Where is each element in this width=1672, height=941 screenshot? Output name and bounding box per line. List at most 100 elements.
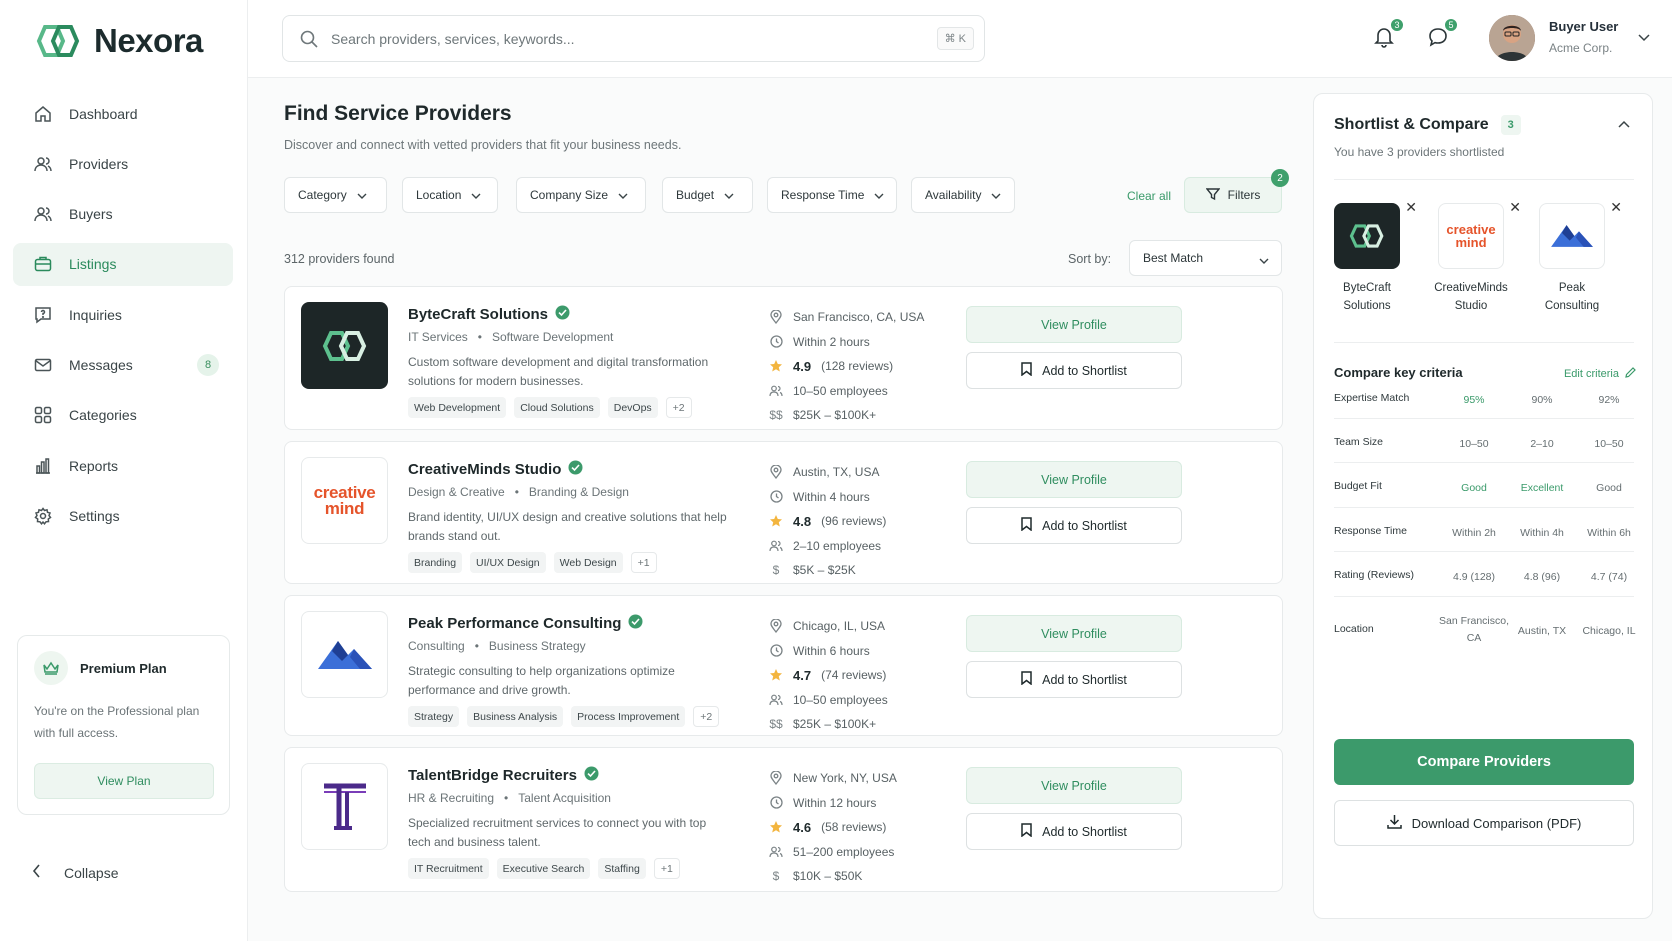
add-to-shortlist-button[interactable]: Add to Shortlist (966, 352, 1182, 389)
sidebar-item-settings[interactable]: Settings (13, 494, 233, 537)
provider-card[interactable]: Peak Performance Consulting Consulting • B… (284, 595, 1283, 736)
shortlist-item-name: ByteCraft Solutions (1317, 279, 1417, 315)
more-tags[interactable]: +1 (653, 858, 680, 879)
compare-providers-button[interactable]: Compare Providers (1334, 739, 1634, 785)
criteria-value: 10–50 (1459, 438, 1489, 450)
filter-availability[interactable]: Availability (911, 177, 1015, 213)
page-title: Find Service Providers (284, 102, 512, 125)
filter-company-size[interactable]: Company Size (516, 177, 646, 213)
tag: Branding (408, 552, 463, 573)
provider-name-text: Peak Performance Consulting (408, 615, 622, 632)
sidebar-item-label: Settings (69, 507, 120, 524)
price-tier: $ (772, 563, 780, 578)
shortlist-item[interactable]: creative mind CreativeMinds Studio ✕ (1421, 199, 1521, 315)
view-profile-button[interactable]: View Profile (966, 615, 1182, 652)
plan-header: Premium Plan (34, 651, 167, 685)
users-icon (33, 204, 53, 224)
provider-logo (301, 302, 388, 389)
criteria-value: Within 6h (1587, 527, 1631, 539)
provider-name-text: CreativeMinds Studio (408, 461, 562, 478)
tag: Cloud Solutions (514, 397, 600, 418)
users-icon (769, 694, 783, 706)
sidebar-item-dashboard[interactable]: Dashboard (13, 92, 233, 135)
provider-employees: 2–10 employees (793, 538, 882, 553)
close-icon[interactable]: ✕ (1405, 199, 1417, 216)
bytecraft-logo-icon (1334, 203, 1400, 269)
provider-name[interactable]: CreativeMinds Studio (408, 460, 583, 479)
verified-icon (628, 614, 643, 633)
edit-criteria-link[interactable]: Edit criteria (1564, 367, 1636, 381)
provider-card[interactable]: TalentBridge Recruiters HR & Recruiting •… (284, 747, 1283, 892)
sidebar-item-inquiries[interactable]: Inquiries (13, 293, 233, 336)
close-icon[interactable]: ✕ (1509, 199, 1521, 216)
home-icon (33, 104, 53, 124)
provider-name[interactable]: TalentBridge Recruiters (408, 766, 599, 785)
view-profile-button[interactable]: View Profile (966, 767, 1182, 804)
panel-title: Shortlist & Compare 3 (1334, 115, 1521, 135)
more-tags[interactable]: +2 (665, 397, 692, 418)
gear-icon (33, 506, 53, 526)
filter-response-time[interactable]: Response Time (767, 177, 897, 213)
add-to-shortlist-button[interactable]: Add to Shortlist (966, 661, 1182, 698)
add-to-shortlist-button[interactable]: Add to Shortlist (966, 813, 1182, 850)
filter-budget[interactable]: Budget (662, 177, 753, 213)
clear-all-link[interactable]: Clear all (1127, 189, 1171, 203)
add-to-shortlist-button[interactable]: Add to Shortlist (966, 507, 1182, 544)
more-tags[interactable]: +2 (693, 706, 720, 727)
view-plan-button[interactable]: View Plan (34, 763, 214, 799)
download-comparison-button[interactable]: Download Comparison (PDF) (1334, 800, 1634, 846)
sidebar-item-messages[interactable]: Messages 8 (13, 343, 233, 386)
page-subtitle: Discover and connect with vetted provide… (284, 138, 682, 152)
search-placeholder: Search providers, services, keywords... (331, 30, 575, 47)
tag: Executive Search (496, 858, 591, 879)
chevron-down-icon (874, 188, 884, 202)
user-name[interactable]: Buyer User (1549, 19, 1618, 34)
sidebar-item-listings[interactable]: Listings (13, 242, 233, 286)
chevron-up-icon[interactable] (1618, 116, 1630, 131)
view-profile-button[interactable]: View Profile (966, 306, 1182, 343)
brand-logo[interactable]: Nexora (32, 22, 203, 60)
view-profile-button[interactable]: View Profile (966, 461, 1182, 498)
verified-icon (555, 305, 570, 324)
more-tags[interactable]: +1 (630, 552, 657, 573)
shortlist-label: Add to Shortlist (1042, 672, 1127, 687)
provider-card[interactable]: creative mind CreativeMinds Studio Desig… (284, 441, 1283, 584)
filter-category[interactable]: Category (284, 177, 387, 213)
notifications-badge: 3 (1389, 17, 1405, 33)
provider-description: Strategic consulting to help organizatio… (408, 664, 675, 697)
provider-meta: New York, NY, USA Within 12 hours 4.6 (58… (769, 766, 897, 889)
provider-name[interactable]: Peak Performance Consulting (408, 614, 643, 633)
divider (1334, 551, 1634, 552)
grid-icon (33, 405, 53, 425)
sidebar-item-reports[interactable]: Reports (13, 444, 233, 487)
close-icon[interactable]: ✕ (1610, 199, 1622, 216)
tag: IT Recruitment (408, 858, 489, 879)
sidebar-item-buyers[interactable]: Buyers (13, 193, 233, 236)
bar-chart-icon (33, 456, 53, 476)
sidebar-item-providers[interactable]: Providers (13, 142, 233, 185)
sort-select[interactable]: Best Match (1129, 240, 1282, 276)
edit-criteria-label: Edit criteria (1563, 368, 1619, 380)
notifications-button[interactable]: 3 (1370, 17, 1405, 52)
provider-card[interactable]: ByteCraft Solutions IT Services • Software… (284, 286, 1283, 430)
shortlist-item[interactable]: ByteCraft Solutions ✕ (1317, 199, 1417, 315)
criteria-label: Team Size (1334, 436, 1384, 448)
chevron-down-icon[interactable] (1638, 30, 1650, 45)
provider-employees: 10–50 employees (793, 383, 888, 398)
messages-button[interactable]: 5 (1424, 17, 1459, 52)
collapse-sidebar-button[interactable]: Collapse (32, 864, 118, 881)
sidebar-item-categories[interactable]: Categories (13, 394, 233, 437)
provider-employees: 10–50 employees (793, 692, 888, 707)
provider-name[interactable]: ByteCraft Solutions (408, 305, 570, 324)
provider-meta: San Francisco, CA, USA Within 2 hours 4.… (769, 305, 924, 428)
criteria-value: 95% (1463, 394, 1485, 406)
avatar[interactable] (1489, 15, 1535, 61)
nexora-logo-icon (36, 25, 80, 57)
shortlist-name-line2: Solutions (1343, 300, 1391, 312)
criteria-title: Compare key criteria (1334, 365, 1463, 380)
shortlist-item[interactable]: Peak Consulting ✕ (1522, 199, 1622, 315)
filters-button[interactable]: Filters 2 (1184, 169, 1289, 213)
criteria-value: Chicago, IL (1582, 625, 1636, 637)
search-input[interactable]: Search providers, services, keywords... … (282, 15, 985, 62)
filter-location[interactable]: Location (402, 177, 498, 213)
